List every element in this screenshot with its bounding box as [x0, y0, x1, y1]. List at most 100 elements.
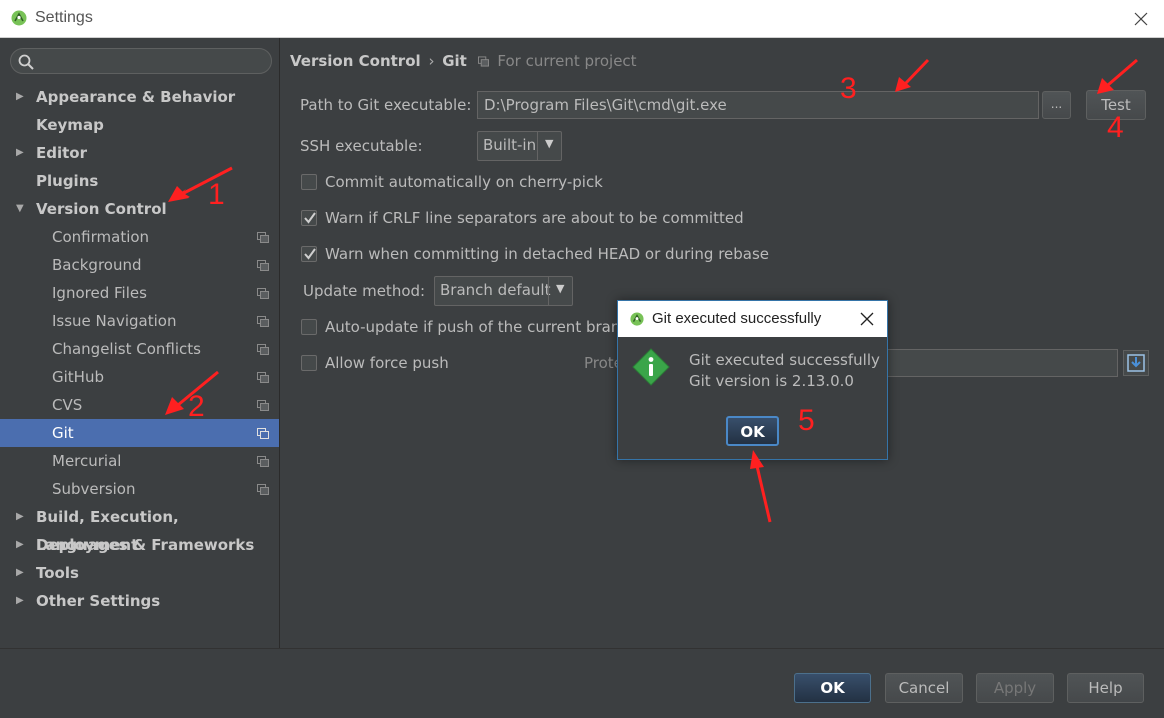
dropdown-button[interactable]: ▼	[548, 277, 572, 305]
git-path-field[interactable]: D:\Program Files\Git\cmd\git.exe	[477, 91, 1039, 119]
force-push-checkbox[interactable]	[301, 355, 317, 371]
sidebar-item-version-control[interactable]: ▼ Version Control	[0, 195, 279, 223]
sidebar-item-editor[interactable]: ▶ Editor	[0, 139, 279, 167]
dialog-ok-button[interactable]: OK	[726, 416, 779, 446]
detached-head-label: Warn when committing in detached HEAD or…	[325, 245, 770, 263]
collapse-arrow-icon[interactable]: ▼	[16, 195, 24, 223]
dropdown-button[interactable]: ▼	[537, 132, 561, 160]
search-icon	[18, 54, 34, 70]
git-path-label: Path to Git executable:	[300, 96, 472, 114]
expand-arrow-icon[interactable]: ▶	[16, 139, 24, 167]
sidebar-item-label: Other Settings	[36, 592, 161, 610]
sidebar-item-cvs[interactable]: CVS	[0, 391, 279, 419]
crlf-warning-checkbox[interactable]	[301, 210, 317, 226]
sidebar-item-label: Ignored Files	[52, 284, 147, 302]
project-scope-icon	[477, 56, 489, 67]
sidebar-item-git[interactable]: Git	[0, 419, 279, 447]
expand-arrow-icon[interactable]: ▶	[16, 83, 24, 111]
project-scope-icon	[257, 456, 269, 467]
chevron-down-icon: ▼	[556, 282, 565, 295]
sidebar-item-ignored-files[interactable]: Ignored Files	[0, 279, 279, 307]
detached-head-checkbox[interactable]	[301, 246, 317, 262]
update-method-label: Update method:	[303, 282, 426, 300]
edit-branches-button[interactable]	[1123, 350, 1149, 376]
sidebar-item-label: Git	[52, 424, 74, 442]
project-scope-icon	[257, 260, 269, 271]
project-scope-icon	[257, 400, 269, 411]
sidebar-item-label: Mercurial	[52, 452, 122, 470]
settings-search[interactable]	[10, 48, 272, 74]
expand-field-icon	[1127, 354, 1145, 372]
test-button[interactable]: Test	[1086, 90, 1146, 120]
project-scope-icon	[257, 232, 269, 243]
sidebar-item-github[interactable]: GitHub	[0, 363, 279, 391]
cherry-pick-checkbox[interactable]	[301, 174, 317, 190]
breadcrumb-parent: Version Control	[290, 52, 421, 70]
android-studio-app-icon	[630, 312, 644, 326]
sidebar-item-label: CVS	[52, 396, 83, 414]
apply-button[interactable]: Apply	[976, 673, 1054, 703]
settings-tree: ▶ Appearance & Behavior Keymap ▶ Editor …	[0, 83, 279, 615]
auto-update-checkbox[interactable]	[301, 319, 317, 335]
breadcrumb-separator: ›	[428, 52, 435, 70]
close-icon[interactable]	[859, 311, 875, 327]
sidebar-item-other-settings[interactable]: ▶ Other Settings	[0, 587, 279, 615]
sidebar-item-label: Subversion	[52, 480, 136, 498]
ssh-executable-value: Built-in	[483, 136, 537, 154]
sidebar-item-confirmation[interactable]: Confirmation	[0, 223, 279, 251]
ssh-executable-label: SSH executable:	[300, 137, 423, 155]
sidebar-item-keymap[interactable]: Keymap	[0, 111, 279, 139]
project-scope-icon	[257, 344, 269, 355]
expand-arrow-icon[interactable]: ▶	[16, 503, 24, 531]
browse-button[interactable]: ...	[1042, 91, 1071, 119]
sidebar-item-issue-navigation[interactable]: Issue Navigation	[0, 307, 279, 335]
project-scope-icon	[257, 372, 269, 383]
sidebar-item-label: Issue Navigation	[52, 312, 177, 330]
dialog-titlebar: Git executed successfully	[618, 301, 887, 337]
crlf-warning-label: Warn if CRLF line separators are about t…	[325, 209, 744, 227]
update-method-select[interactable]: Branch default ▼	[434, 276, 573, 306]
sidebar-item-label: Editor	[36, 144, 87, 162]
cancel-button[interactable]: Cancel	[885, 673, 963, 703]
expand-arrow-icon[interactable]: ▶	[16, 587, 24, 615]
expand-arrow-icon[interactable]: ▶	[16, 559, 24, 587]
sidebar-item-mercurial[interactable]: Mercurial	[0, 447, 279, 475]
sidebar-item-label: Keymap	[36, 116, 104, 134]
search-input[interactable]	[39, 51, 264, 71]
help-button[interactable]: Help	[1067, 673, 1144, 703]
force-push-label: Allow force push	[325, 354, 449, 372]
project-scope-icon	[257, 316, 269, 327]
sidebar-item-background[interactable]: Background	[0, 251, 279, 279]
sidebar-item-label: Languages & Frameworks	[36, 536, 255, 554]
sidebar-item-label: Plugins	[36, 172, 99, 190]
breadcrumb: Version Control › Git For current projec…	[290, 52, 637, 70]
window-title: Settings	[35, 9, 93, 26]
sidebar-item-plugins[interactable]: Plugins	[0, 167, 279, 195]
info-icon	[632, 348, 670, 386]
checkmark-icon	[304, 248, 316, 260]
sidebar-item-tools[interactable]: ▶ Tools	[0, 559, 279, 587]
ssh-executable-select[interactable]: Built-in ▼	[477, 131, 562, 161]
sidebar-item-label: Changelist Conflicts	[52, 340, 201, 358]
sidebar-item-changelist-conflicts[interactable]: Changelist Conflicts	[0, 335, 279, 363]
protected-branches-field[interactable]	[881, 349, 1118, 377]
dialog-message-line1: Git executed successfully	[689, 351, 880, 369]
expand-arrow-icon[interactable]: ▶	[16, 531, 24, 559]
sidebar-item-label: Confirmation	[52, 228, 150, 246]
sidebar-item-appearance-behavior[interactable]: ▶ Appearance & Behavior	[0, 83, 279, 111]
sidebar-item-label: Background	[52, 256, 142, 274]
sidebar-item-languages-frameworks[interactable]: ▶ Languages & Frameworks	[0, 531, 279, 559]
ok-button[interactable]: OK	[794, 673, 871, 703]
breadcrumb-current: Git	[442, 52, 467, 70]
sidebar-item-label: Version Control	[36, 200, 167, 218]
sidebar-item-label: Appearance & Behavior	[36, 88, 236, 106]
sidebar-item-subversion[interactable]: Subversion	[0, 475, 279, 503]
sidebar-item-build-execution-deployment[interactable]: ▶ Build, Execution, Deployment	[0, 503, 279, 554]
dialog-title: Git executed successfully	[652, 310, 822, 327]
window-titlebar: Settings	[0, 0, 1164, 38]
auto-update-label: Auto-update if push of the current branc…	[325, 318, 617, 336]
settings-sidebar: ▶ Appearance & Behavior Keymap ▶ Editor …	[0, 38, 280, 648]
close-icon[interactable]	[1132, 10, 1150, 28]
sidebar-item-label: Tools	[36, 564, 79, 582]
dialog-message-line2: Git version is 2.13.0.0	[689, 372, 854, 390]
